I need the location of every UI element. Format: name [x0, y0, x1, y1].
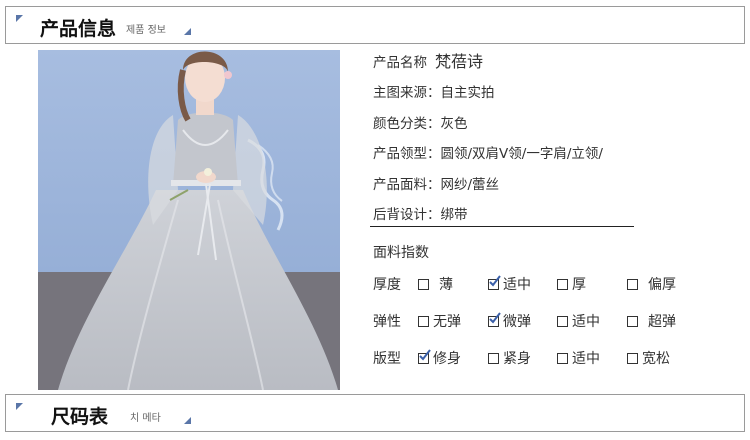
section-subtitle: 치 메타 — [130, 413, 161, 424]
checkbox-icon — [627, 315, 638, 327]
elasticity-option-super: 超弹 — [627, 311, 676, 331]
checkbox-icon — [557, 278, 568, 290]
collar-row: 产品领型：圆领/双肩V领/一字肩/立领/ — [373, 142, 603, 162]
fabric-label: 产品面料： — [373, 177, 441, 193]
option-label: 厚 — [572, 277, 586, 293]
corner-triangle-icon — [184, 28, 191, 35]
fabric-index-title: 面料指数 — [373, 245, 429, 261]
corner-triangle-icon — [16, 403, 23, 410]
thickness-option-thick: 厚 — [557, 274, 586, 294]
checkmark-icon — [489, 274, 501, 287]
option-label: 紧身 — [503, 351, 531, 367]
fabric-value: 网纱/蕾丝 — [440, 177, 500, 193]
back-design-value: 绑带 — [440, 207, 468, 223]
checkbox-icon — [488, 352, 499, 364]
product-info-header: 产品信息 제품 정보 — [5, 6, 745, 44]
product-name-row: 产品名称 梵蓓诗 — [373, 48, 483, 72]
checkbox-icon — [488, 311, 501, 327]
option-label: 适中 — [572, 351, 600, 367]
checkbox-icon — [488, 274, 501, 290]
thickness-label: 厚度 — [373, 277, 401, 293]
color-value: 灰色 — [440, 116, 468, 132]
elasticity-option-none: 无弹 — [418, 311, 461, 331]
thickness-option-extra-thick: 偏厚 — [627, 274, 676, 294]
checkbox-icon — [418, 278, 429, 290]
option-label: 偏厚 — [648, 277, 676, 293]
size-chart-header: 尺码表 치 메타 — [5, 394, 745, 432]
back-design-label: 后背设计： — [373, 207, 441, 223]
color-label: 颜色分类： — [373, 116, 441, 132]
section-title: 产品信息 — [40, 18, 117, 40]
back-design-row: 后背设计：绑带 — [373, 203, 468, 223]
checkbox-icon — [557, 315, 568, 327]
elasticity-label: 弹性 — [373, 314, 401, 330]
checkbox-icon — [627, 278, 638, 290]
checkmark-icon — [419, 348, 431, 361]
elasticity-option-slight: 微弹 — [488, 311, 531, 331]
product-name-value: 梵蓓诗 — [435, 52, 484, 71]
image-source-value: 自主实拍 — [440, 85, 495, 101]
option-label: 无弹 — [433, 314, 461, 330]
fit-option-slim: 修身 — [418, 348, 461, 368]
option-label: 超弹 — [648, 314, 676, 330]
corner-triangle-icon — [184, 417, 191, 424]
checkbox-icon — [418, 348, 431, 364]
checkbox-icon — [627, 352, 638, 364]
checkbox-icon — [418, 315, 429, 327]
elasticity-option-medium: 适中 — [557, 311, 600, 331]
divider — [370, 226, 634, 227]
corner-triangle-icon — [16, 15, 23, 22]
collar-label: 产品领型： — [373, 146, 441, 162]
image-source-row: 主图来源：自主实拍 — [373, 81, 495, 101]
section-subtitle: 제품 정보 — [126, 25, 166, 36]
fabric-row: 产品面料：网纱/蕾丝 — [373, 173, 499, 193]
checkmark-icon — [489, 311, 501, 324]
fit-label: 版型 — [373, 351, 401, 367]
collar-value: 圆领/双肩V领/一字肩/立领/ — [440, 146, 603, 162]
color-row: 颜色分类：灰色 — [373, 112, 468, 132]
image-source-label: 主图来源： — [373, 85, 441, 101]
option-label: 修身 — [433, 351, 461, 367]
fit-option-loose: 宽松 — [627, 348, 670, 368]
product-photo — [38, 50, 340, 390]
option-label: 适中 — [572, 314, 600, 330]
section-title: 尺码表 — [51, 406, 109, 428]
product-name-label: 产品名称 — [373, 55, 427, 71]
option-label: 薄 — [439, 277, 453, 293]
fit-option-medium: 适中 — [557, 348, 600, 368]
fit-option-tight: 紧身 — [488, 348, 531, 368]
option-label: 宽松 — [642, 351, 670, 367]
option-label: 适中 — [503, 277, 531, 293]
thickness-option-medium: 适中 — [488, 274, 531, 294]
option-label: 微弹 — [503, 314, 531, 330]
thickness-option-thin: 薄 — [418, 274, 453, 294]
checkbox-icon — [557, 352, 568, 364]
